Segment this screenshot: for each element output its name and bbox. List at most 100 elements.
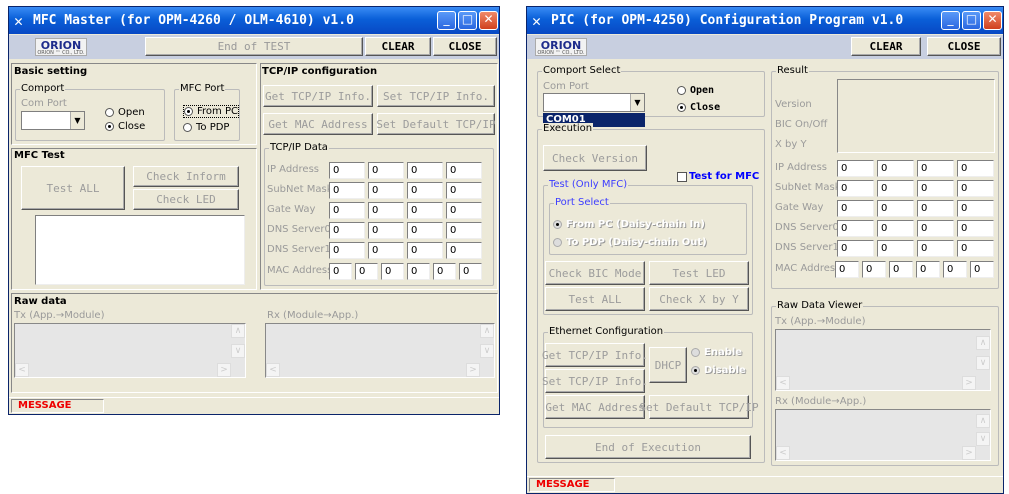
gateway-field-2[interactable]: 0 [877,200,914,217]
subnet-field-4[interactable]: 0 [957,180,994,197]
gateway-field-4[interactable]: 0 [957,200,994,217]
dhcp-enable-radio[interactable]: Enable [691,347,742,358]
dns1-field-4[interactable]: 0 [446,242,482,259]
scroll-right-icon[interactable]: > [962,446,976,460]
mfc-test-output[interactable] [35,215,245,285]
subnet-field-2[interactable]: 0 [877,180,914,197]
title-bar[interactable]: ✕ MFC Master (for OPM-4260 / OLM-4610) v… [9,7,499,34]
close-button[interactable]: CLOSE [927,37,1001,56]
scroll-up-icon[interactable]: ∧ [480,324,494,338]
mac-field-1[interactable]: 0 [835,261,859,278]
dns1-field-2[interactable]: 0 [368,242,404,259]
subnet-field-2[interactable]: 0 [368,182,404,199]
dns0-field-2[interactable]: 0 [877,220,914,237]
close-button[interactable]: CLOSE [433,37,497,56]
scroll-right-icon[interactable]: > [466,363,480,377]
dns1-field-3[interactable]: 0 [917,240,954,257]
dns0-field-1[interactable]: 0 [329,222,365,239]
close-icon[interactable]: ✕ [983,11,1002,30]
scroll-left-icon[interactable]: < [15,363,29,377]
com-port-select[interactable]: ▼ [21,111,85,130]
open-radio[interactable]: Open [677,85,714,96]
scroll-down-icon[interactable]: ∨ [976,432,990,446]
minimize-icon[interactable]: _ [941,11,960,30]
clear-button[interactable]: CLEAR [365,37,431,56]
end-execution-button[interactable]: End of Execution [545,435,751,459]
get-mac-button[interactable]: Get MAC Address [545,395,645,419]
test-all-button[interactable]: Test ALL [21,166,125,210]
dhcp-button[interactable]: DHCP [649,347,687,383]
clear-button[interactable]: CLEAR [851,37,921,56]
check-bic-button[interactable]: Check BIC Mode [545,261,645,285]
test-all-button[interactable]: Test ALL [545,287,645,311]
subnet-field-3[interactable]: 0 [407,182,443,199]
get-mac-button[interactable]: Get MAC Address [263,113,373,135]
subnet-field-1[interactable]: 0 [837,180,874,197]
com-port-select[interactable]: ▼ [543,93,645,112]
gateway-field-1[interactable]: 0 [329,202,365,219]
ip-field-4[interactable]: 0 [957,160,994,177]
to-pdp-radio[interactable]: To PDP [183,122,229,133]
ip-field-2[interactable]: 0 [877,160,914,177]
dns0-field-3[interactable]: 0 [917,220,954,237]
subnet-field-1[interactable]: 0 [329,182,365,199]
check-inform-button[interactable]: Check Inform [133,166,239,187]
gateway-field-1[interactable]: 0 [837,200,874,217]
scroll-down-icon[interactable]: ∨ [480,344,494,358]
close-icon[interactable]: ✕ [479,11,498,30]
ip-field-3[interactable]: 0 [917,160,954,177]
dns0-field-4[interactable]: 0 [957,220,994,237]
test-for-mfc-checkbox[interactable] [677,172,687,182]
scroll-up-icon[interactable]: ∧ [231,324,245,338]
ip-field-2[interactable]: 0 [368,162,404,179]
mac-field-2[interactable]: 0 [355,263,378,280]
maximize-icon[interactable]: □ [458,11,477,30]
get-tcpip-button[interactable]: Get TCP/IP Info. [542,343,648,367]
subnet-field-4[interactable]: 0 [446,182,482,199]
ip-field-1[interactable]: 0 [329,162,365,179]
set-tcpip-button[interactable]: Set TCP/IP Info. [542,369,648,393]
scroll-right-icon[interactable]: > [217,363,231,377]
from-pc-radio[interactable]: From PC [183,105,239,118]
mac-field-4[interactable]: 0 [916,261,940,278]
open-radio[interactable]: Open [105,107,145,118]
dns1-field-1[interactable]: 0 [837,240,874,257]
scroll-up-icon[interactable]: ∧ [976,414,990,428]
get-tcpip-button[interactable]: Get TCP/IP Info. [263,85,373,107]
title-bar[interactable]: ✕ PIC (for OPM-4250) Configuration Progr… [527,7,1003,34]
rx-textarea[interactable]: ∧ ∨ < > [265,323,495,378]
scroll-left-icon[interactable]: < [776,446,790,460]
close-radio[interactable]: Close [677,102,720,113]
scroll-right-icon[interactable]: > [962,376,976,390]
set-tcpip-button[interactable]: Set TCP/IP Info. [377,85,495,107]
tx-textarea[interactable]: ∧ ∨ < > [14,323,246,378]
scroll-down-icon[interactable]: ∨ [976,356,990,370]
subnet-field-3[interactable]: 0 [917,180,954,197]
scroll-up-icon[interactable]: ∧ [976,336,990,350]
ip-field-3[interactable]: 0 [407,162,443,179]
mac-field-6[interactable]: 0 [459,263,482,280]
scroll-left-icon[interactable]: < [776,376,790,390]
set-default-tcpip-button[interactable]: Set Default TCP/IP [639,395,759,419]
dhcp-disable-radio[interactable]: Disable [691,365,746,376]
mac-field-4[interactable]: 0 [407,263,430,280]
rx-textarea[interactable]: ∧ ∨ < > [775,409,991,461]
dns0-field-3[interactable]: 0 [407,222,443,239]
gateway-field-3[interactable]: 0 [407,202,443,219]
gateway-field-3[interactable]: 0 [917,200,954,217]
minimize-icon[interactable]: _ [437,11,456,30]
dns1-field-4[interactable]: 0 [957,240,994,257]
check-led-button[interactable]: Check LED [133,189,239,210]
set-default-tcpip-button[interactable]: Set Default TCP/IP [376,113,496,135]
test-led-button[interactable]: Test LED [649,261,749,285]
scroll-left-icon[interactable]: < [266,363,280,377]
gateway-field-4[interactable]: 0 [446,202,482,219]
dns1-field-1[interactable]: 0 [329,242,365,259]
ip-field-1[interactable]: 0 [837,160,874,177]
maximize-icon[interactable]: □ [962,11,981,30]
mac-field-5[interactable]: 0 [943,261,967,278]
dns1-field-3[interactable]: 0 [407,242,443,259]
mac-field-6[interactable]: 0 [970,261,994,278]
dns0-field-2[interactable]: 0 [368,222,404,239]
from-pc-daisy-radio[interactable]: From PC (Daisy-chain In) [553,219,705,230]
